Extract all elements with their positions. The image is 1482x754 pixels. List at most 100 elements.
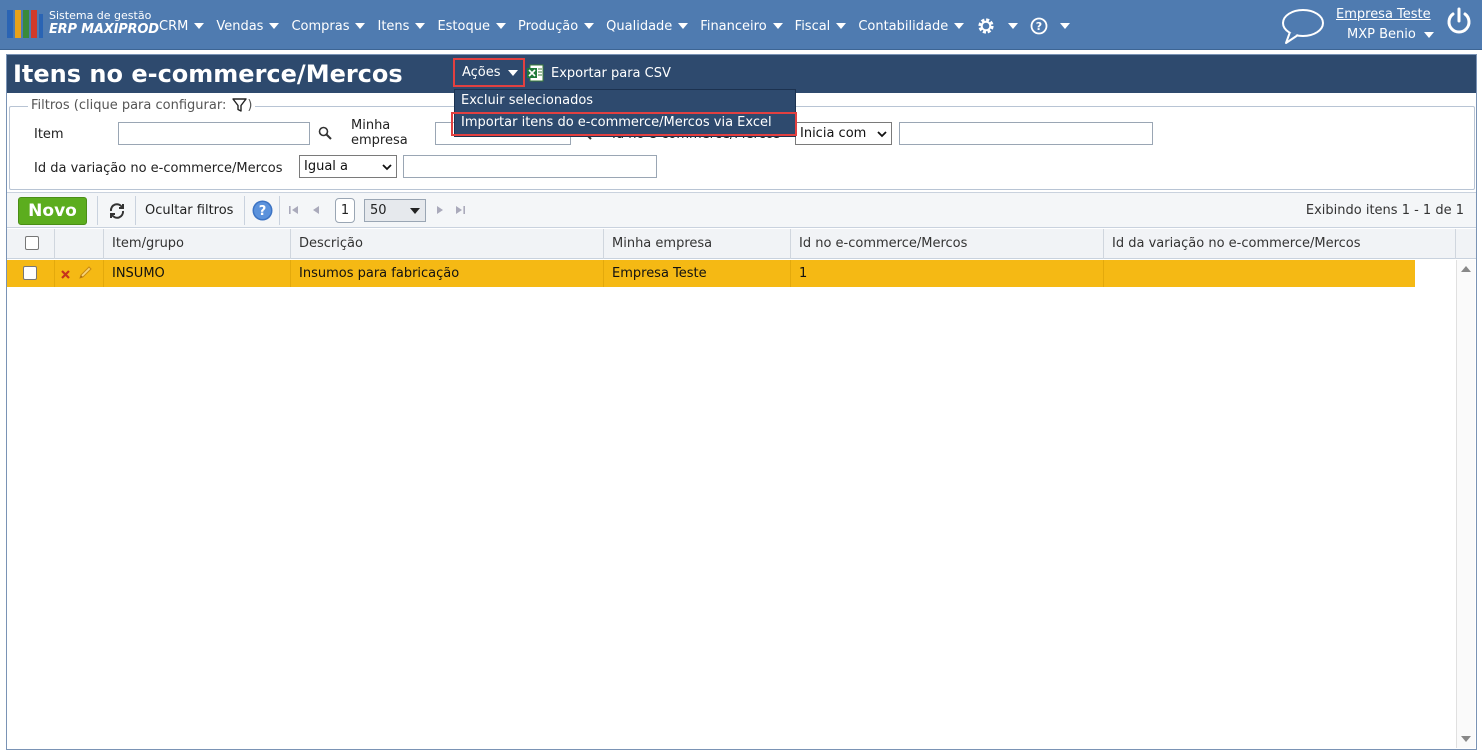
gear-icon <box>978 18 994 34</box>
menu-qualidade[interactable]: Qualidade <box>606 18 689 34</box>
menu-help[interactable]: ? <box>1030 17 1071 35</box>
scroll-down-icon[interactable] <box>1461 736 1471 742</box>
chevron-down-icon <box>836 23 847 29</box>
toolbar-divider <box>135 196 136 225</box>
column-header-descricao[interactable]: Descrição <box>291 229 604 259</box>
cell-item: INSUMO <box>104 260 291 287</box>
row-select-cell <box>7 260 55 287</box>
column-header-variacao[interactable]: Id da variação no e-commerce/Mercos <box>1104 229 1456 259</box>
row-actions-header <box>55 229 104 259</box>
records-count-label: Exibindo itens 1 - 1 de 1 <box>1305 203 1464 218</box>
menu-compras[interactable]: Compras <box>291 18 366 34</box>
filter-variacao-operator-value: Igual a <box>304 159 349 174</box>
menu-itens-label: Itens <box>377 18 410 34</box>
menu-producao[interactable]: Produção <box>518 19 595 34</box>
menu-itens[interactable]: Itens <box>377 18 426 34</box>
next-page-icon[interactable] <box>434 204 446 216</box>
column-header-empresa[interactable]: Minha empresa <box>604 229 791 259</box>
company-link[interactable]: Empresa Teste <box>1336 7 1431 22</box>
filter-id-operator-select[interactable]: Inicia com <box>795 122 892 145</box>
page-header: Itens no e-commerce/Mercos Ações Exporta… <box>7 55 1476 93</box>
chevron-down-icon <box>1423 31 1434 38</box>
menu-estoque[interactable]: Estoque <box>437 19 506 34</box>
menu-item-import-excel[interactable]: Importar itens do e-commerce/Mercos via … <box>451 112 797 136</box>
excel-file-icon <box>527 64 544 82</box>
question-circle-icon: ? <box>1030 17 1048 35</box>
filter-id-input[interactable] <box>899 122 1153 145</box>
chevron-down-icon <box>772 23 783 29</box>
filter-item-input[interactable] <box>118 122 310 145</box>
cell-id: 1 <box>791 260 1104 287</box>
content-frame: Itens no e-commerce/Mercos Ações Exporta… <box>6 54 1477 750</box>
grid-scrollbar[interactable] <box>1456 260 1475 748</box>
menu-financeiro[interactable]: Financeiro <box>700 19 783 34</box>
toolbar-divider <box>279 196 280 225</box>
filter-item-label: Item <box>34 127 64 142</box>
first-page-icon[interactable] <box>288 204 300 216</box>
logo-title: ERP MAXIPROD <box>49 22 159 37</box>
menu-crm-label: CRM <box>159 18 189 34</box>
export-csv-label: Exportar para CSV <box>551 65 671 81</box>
last-page-icon[interactable] <box>454 204 466 216</box>
user-menu[interactable]: MXP Benio <box>1347 27 1434 42</box>
chevron-down-icon <box>1008 23 1019 29</box>
filter-variacao-input[interactable] <box>403 155 657 178</box>
filters-legend-label: Filtros (clique para configurar: <box>31 98 227 113</box>
filters-legend-close: ) <box>247 98 253 113</box>
chevron-down-icon <box>415 23 426 29</box>
table-row[interactable]: INSUMO Insumos para fabricação Empresa T… <box>7 260 1415 287</box>
menu-compras-label: Compras <box>291 18 350 34</box>
page-size-value: 50 <box>370 203 387 218</box>
filters-legend[interactable]: Filtros (clique para configurar: ) <box>28 98 256 113</box>
chevron-down-icon <box>269 23 280 29</box>
search-icon[interactable] <box>318 126 332 140</box>
filter-funnel-icon <box>232 98 248 112</box>
menu-estoque-label: Estoque <box>437 18 490 34</box>
row-checkbox[interactable] <box>23 266 37 280</box>
hide-filters-button[interactable]: Ocultar filtros <box>145 203 233 218</box>
toolbar-divider <box>244 196 245 225</box>
new-button[interactable]: Novo <box>18 197 87 225</box>
actions-menu-button[interactable]: Ações <box>453 58 525 87</box>
select-all-checkbox[interactable] <box>25 236 39 250</box>
menu-qualidade-label: Qualidade <box>606 18 673 34</box>
export-csv-link[interactable]: Exportar para CSV <box>527 64 671 82</box>
delete-icon[interactable] <box>61 270 70 279</box>
menu-settings[interactable] <box>976 16 1019 36</box>
column-header-id[interactable]: Id no e-commerce/Mercos <box>791 229 1104 259</box>
chevron-down-icon <box>194 23 205 29</box>
svg-text:?: ? <box>259 204 267 219</box>
cell-variacao <box>1104 260 1415 287</box>
chevron-down-icon <box>382 163 392 170</box>
toolbar-divider <box>97 196 98 225</box>
cell-empresa: Empresa Teste <box>604 260 791 287</box>
filter-variacao-operator-select[interactable]: Igual a <box>299 155 397 178</box>
refresh-icon[interactable] <box>108 202 126 220</box>
grid-toolbar: Novo Ocultar filtros ? 1 50 Exibindo ite… <box>7 192 1476 228</box>
filter-variacao-label: Id da variação no e-commerce/Mercos <box>34 161 283 176</box>
chevron-down-icon <box>507 69 518 76</box>
maxiprod-logo-icon[interactable] <box>7 8 43 38</box>
page-number-input[interactable]: 1 <box>335 198 355 223</box>
menu-fiscal[interactable]: Fiscal <box>795 19 847 34</box>
filter-id-operator-value: Inicia com <box>800 126 867 141</box>
chevron-down-icon <box>954 23 965 29</box>
grid-header: Item/grupo Descrição Minha empresa Id no… <box>7 229 1476 259</box>
page-size-select[interactable]: 50 <box>364 199 426 222</box>
menu-crm[interactable]: CRM <box>159 18 205 34</box>
chevron-down-icon <box>678 23 689 29</box>
menu-vendas-label: Vendas <box>216 18 264 34</box>
menu-contabilidade[interactable]: Contabilidade <box>858 19 965 34</box>
actions-label: Ações <box>462 65 501 80</box>
power-icon[interactable] <box>1446 6 1472 36</box>
scroll-up-icon[interactable] <box>1461 266 1471 272</box>
column-header-item[interactable]: Item/grupo <box>104 229 291 259</box>
help-icon[interactable]: ? <box>252 200 273 221</box>
page-title: Itens no e-commerce/Mercos <box>13 60 403 88</box>
menu-vendas[interactable]: Vendas <box>216 18 280 34</box>
previous-page-icon[interactable] <box>310 204 322 216</box>
edit-pencil-icon[interactable] <box>77 265 93 281</box>
menu-item-delete-selected[interactable]: Excluir selecionados <box>455 90 795 112</box>
chat-bubble-icon[interactable] <box>1280 6 1326 46</box>
filter-empresa-label: Minha empresa <box>351 118 408 148</box>
